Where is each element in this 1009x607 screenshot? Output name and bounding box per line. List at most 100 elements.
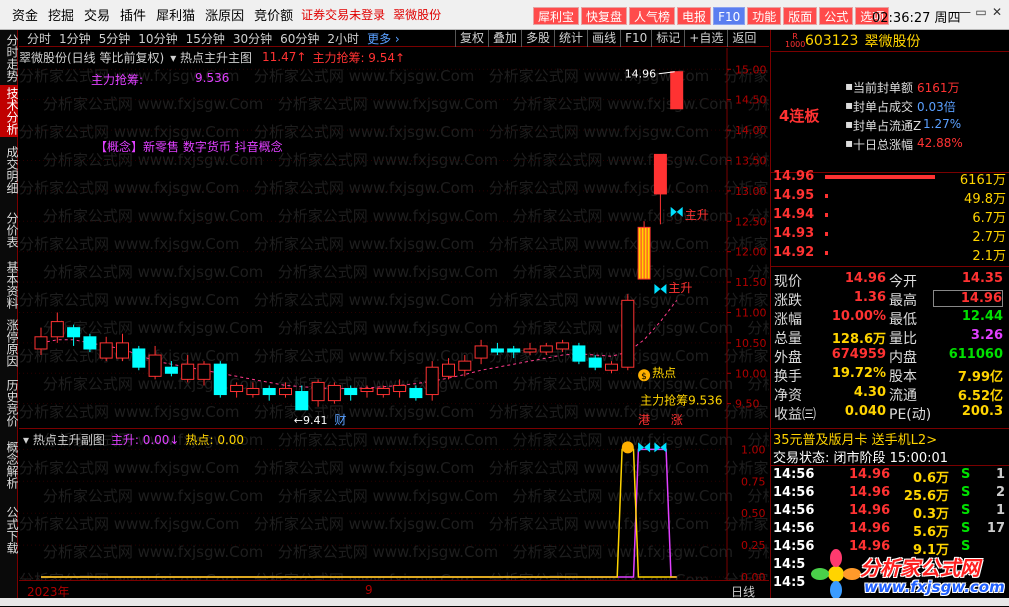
- left-tab-5[interactable]: 涨停原因: [0, 315, 19, 371]
- left-tab-8[interactable]: 公式下载: [0, 500, 19, 560]
- orderbook-row: 14.92 2.1万: [771, 243, 1009, 264]
- order-volume: 2.1万: [972, 249, 1006, 264]
- period-15min[interactable]: 15分钟: [186, 30, 225, 47]
- tick-volume: 0.3万: [912, 507, 949, 522]
- dianbao-button[interactable]: 电报: [677, 7, 712, 25]
- quote-row: 外盘 674959 内盘 611060: [771, 346, 1009, 366]
- quote-value-2: 6.52亿: [957, 389, 1003, 404]
- tick-side: S: [961, 539, 971, 554]
- candle: [588, 355, 602, 371]
- candle: [425, 361, 439, 401]
- maximize-icon[interactable]: ▭: [974, 5, 988, 23]
- menu-zijin[interactable]: 资金: [12, 5, 38, 24]
- quote-label: 收益㈢: [774, 407, 816, 423]
- tool-duogu[interactable]: 多股: [521, 30, 554, 47]
- gongneng-button[interactable]: 功能: [747, 7, 782, 25]
- main-kline-chart[interactable]: 分析家公式网 www.fxjsgw.Com 分析家公式网 www.fxjsgw.…: [19, 48, 769, 589]
- quote-row: 总量 128.6万 量比 3.26: [771, 327, 1009, 347]
- y-tick-label: 14.00: [735, 124, 767, 137]
- candle: [556, 339, 570, 352]
- seal-row-value: 1.27%: [923, 117, 962, 131]
- sub-indicator-selector[interactable]: ▾ 热点主升副图: [23, 431, 105, 448]
- left-tab-4[interactable]: 基本资料: [0, 258, 19, 312]
- event-gang-mark[interactable]: 港: [638, 413, 650, 427]
- left-tab-7[interactable]: 概念解析: [0, 435, 19, 495]
- kuaifupan-button[interactable]: 快复盘: [581, 7, 628, 25]
- quote-label-2: 内盘: [889, 350, 917, 366]
- period-60min[interactable]: 60分钟: [280, 30, 319, 47]
- order-volume-bar: [825, 213, 828, 217]
- y-tick-label: 10.00: [735, 367, 767, 380]
- tool-add-watchlist[interactable]: +自选: [684, 30, 727, 47]
- promo-banner[interactable]: 35元普及版月卡 送手机L2>: [771, 428, 1009, 448]
- tool-biaoji[interactable]: 标记: [651, 30, 684, 47]
- candle: [132, 345, 146, 371]
- quote-row: 现价 14.96 今开 14.35: [771, 270, 1009, 290]
- orderbook-row: 14.93 2.7万: [771, 224, 1009, 245]
- period-1min[interactable]: 1分钟: [59, 30, 91, 47]
- stock-code: 603123: [805, 32, 859, 49]
- toolbar-buttons: 犀利宝 快复盘 人气榜 电报 F10 功能 版面 公式 选项: [533, 7, 891, 25]
- chart-title: 翠微股份(日线 等比前复权): [19, 50, 165, 65]
- tool-f10[interactable]: F10: [620, 30, 651, 47]
- tick-list[interactable]: 14:56 14.96 0.6万 S 1 14:56 14.96 25.6万 S 2 14:56 14…: [771, 467, 1009, 597]
- candle: [99, 336, 113, 362]
- menu-wajue[interactable]: 挖掘: [48, 5, 74, 24]
- period-30min[interactable]: 30分钟: [233, 30, 272, 47]
- period-more-button[interactable]: 更多 ›: [367, 30, 400, 47]
- tick-side: S: [961, 485, 971, 500]
- tool-back[interactable]: 返回: [727, 30, 760, 47]
- period-5min[interactable]: 5分钟: [99, 30, 131, 47]
- candle: [295, 385, 309, 411]
- menu-chajian[interactable]: 插件: [120, 5, 146, 24]
- left-tab-6[interactable]: 历史竞价: [0, 375, 19, 431]
- f10-button[interactable]: F10: [713, 7, 746, 25]
- candle: [474, 339, 488, 365]
- tool-diejia[interactable]: 叠加: [488, 30, 521, 47]
- minimize-icon[interactable]: —: [958, 5, 972, 23]
- gongshi-button[interactable]: 公式: [819, 7, 854, 25]
- left-tab-2[interactable]: 成交明细: [0, 140, 19, 200]
- period-fenshi[interactable]: 分时: [27, 30, 51, 47]
- y-tick-label: 13.00: [735, 185, 767, 198]
- quote-label-2: 量比: [889, 331, 917, 347]
- period-2h[interactable]: 2小时: [327, 30, 359, 47]
- event-cai-mark[interactable]: 财: [334, 413, 346, 427]
- signal-zhusheng-label: 主升: [668, 281, 692, 295]
- left-tab-0[interactable]: 分时走势: [0, 32, 19, 84]
- quote-label: 净资: [774, 388, 802, 404]
- redian-money-icon: $: [638, 369, 651, 382]
- candle: [572, 342, 586, 365]
- tool-tongji[interactable]: 统计: [554, 30, 587, 47]
- candle: [262, 385, 276, 401]
- banmian-button[interactable]: 版面: [783, 7, 818, 25]
- left-tab-1[interactable]: 技术分析: [0, 85, 19, 137]
- quote-row: 换手 19.72% 股本 7.99亿: [771, 365, 1009, 385]
- menu-zhangyuanyin[interactable]: 涨原因: [205, 5, 244, 24]
- candle: [523, 342, 537, 356]
- tick-volume: 25.6万: [903, 489, 949, 504]
- menu-jiaoyi[interactable]: 交易: [84, 5, 110, 24]
- renqibang-button[interactable]: 人气榜: [629, 7, 676, 25]
- tool-fuquan[interactable]: 复权: [455, 30, 488, 47]
- y-tick-label: 11.00: [735, 306, 767, 319]
- menu-jingjiae[interactable]: 竞价额: [254, 5, 293, 24]
- current-stock-label: 翠微股份: [393, 8, 442, 22]
- zhusheng-butterfly-icon: [670, 206, 683, 217]
- tick-time: 14:56: [773, 485, 815, 500]
- menu-xilimao[interactable]: 犀利猫: [156, 5, 195, 24]
- indicator-selector[interactable]: ▾ 热点主升主图: [170, 49, 252, 66]
- event-zhang-mark[interactable]: 涨: [671, 412, 683, 427]
- y-tick-label: 12.50: [735, 215, 767, 228]
- quote-label: 换手: [774, 369, 802, 385]
- candle: [344, 385, 358, 401]
- sub-y-tick-label: 0.75: [741, 475, 766, 488]
- close-icon[interactable]: ✕: [990, 5, 1004, 23]
- xilibao-button[interactable]: 犀利宝: [533, 7, 580, 25]
- period-10min[interactable]: 10分钟: [138, 30, 177, 47]
- top-menu-bar: 资金 挖掘 交易 插件 犀利猫 涨原因 竞价额 证券交易未登录 翠微股份 犀利宝…: [0, 0, 1009, 30]
- login-notice[interactable]: 证券交易未登录: [301, 6, 385, 23]
- tool-huaxian[interactable]: 画线: [587, 30, 620, 47]
- sub-indicator-chart[interactable]: 1.00 0.75 0.50 0.25 0.00 ▾ 热点主升副图 主升: 0.00↓ …: [19, 428, 769, 581]
- left-tab-3[interactable]: 分价表: [0, 205, 19, 255]
